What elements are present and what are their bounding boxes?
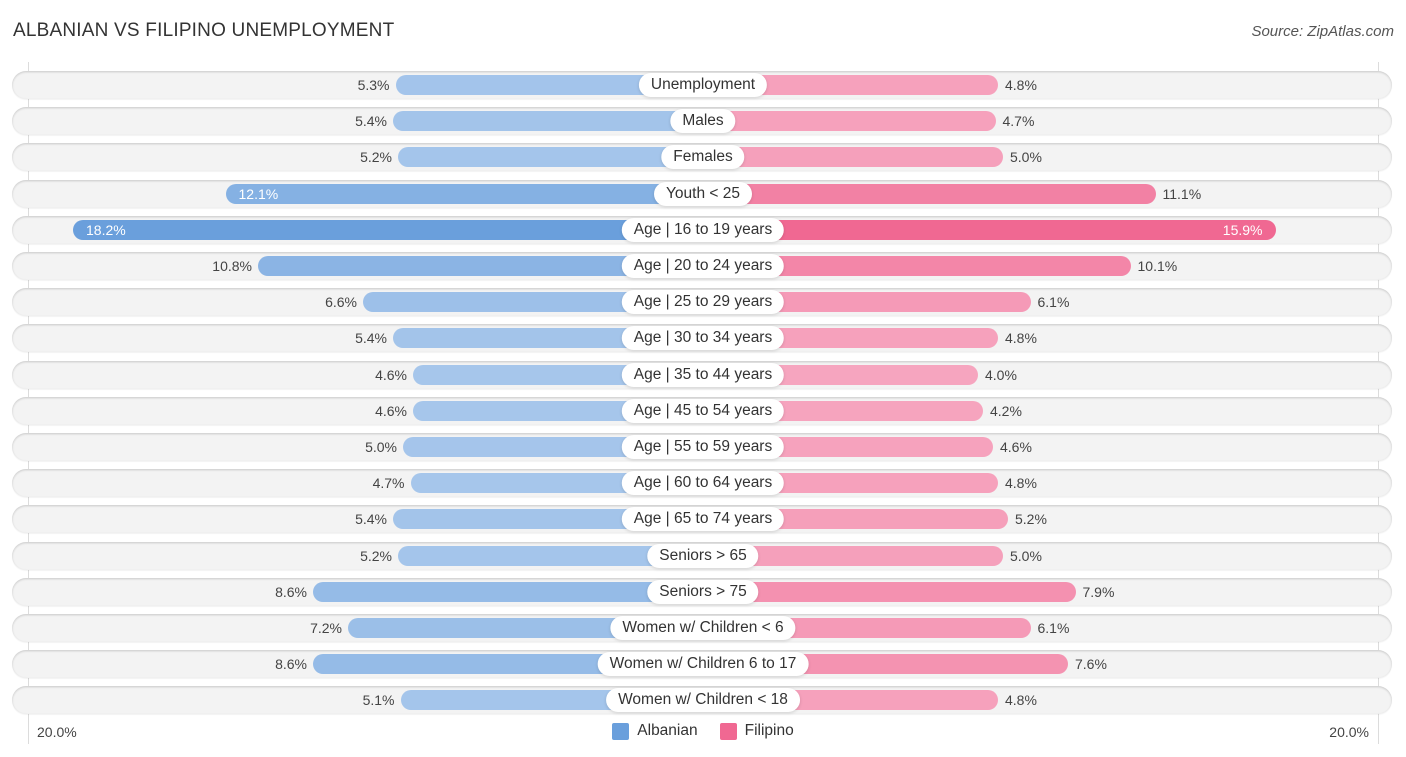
value-label-filipino: 5.2% bbox=[1015, 511, 1047, 528]
value-label-albanian: 5.0% bbox=[365, 439, 397, 455]
bar-albanian[interactable] bbox=[398, 147, 703, 168]
value-label-filipino: 5.0% bbox=[1010, 547, 1042, 564]
value-label-filipino: 6.1% bbox=[1037, 620, 1070, 636]
value-label-filipino: 10.1% bbox=[1137, 258, 1178, 274]
value-label-albanian: 5.2% bbox=[360, 149, 392, 166]
category-label: Age | 20 to 24 years bbox=[621, 254, 785, 278]
category-label: Age | 65 to 74 years bbox=[621, 507, 785, 532]
value-label-albanian: 18.2% bbox=[86, 221, 126, 238]
value-label-filipino: 15.9% bbox=[1222, 221, 1263, 238]
legend-label-filipino: Filipino bbox=[744, 722, 794, 739]
value-label-albanian: 5.4% bbox=[355, 511, 387, 528]
category-label: Age | 60 to 64 years bbox=[621, 471, 785, 496]
value-label-filipino: 5.0% bbox=[1010, 149, 1042, 166]
value-label-albanian: 7.2% bbox=[310, 620, 342, 636]
bar-albanian[interactable] bbox=[393, 111, 703, 132]
value-label-filipino: 6.1% bbox=[1037, 294, 1070, 311]
bar-filipino[interactable] bbox=[703, 581, 1076, 602]
value-label-filipino: 4.7% bbox=[1002, 113, 1035, 130]
value-label-albanian: 5.1% bbox=[362, 692, 395, 709]
value-label-albanian: 5.2% bbox=[360, 547, 392, 564]
value-label-albanian: 5.4% bbox=[355, 113, 387, 130]
value-label-albanian: 4.6% bbox=[375, 402, 407, 419]
value-label-albanian: 5.3% bbox=[357, 77, 390, 93]
bar-filipino[interactable] bbox=[703, 183, 1156, 204]
bar-filipino[interactable] bbox=[703, 147, 1003, 168]
legend-swatch-filipino bbox=[719, 722, 737, 740]
category-label: Age | 25 to 29 years bbox=[621, 290, 785, 315]
legend-item-albanian[interactable]: Albanian bbox=[612, 722, 698, 740]
value-label-albanian: 5.4% bbox=[355, 330, 387, 347]
legend-label-albanian: Albanian bbox=[637, 722, 698, 739]
value-label-filipino: 4.2% bbox=[990, 402, 1022, 419]
legend-item-filipino[interactable]: Filipino bbox=[719, 722, 794, 740]
category-label: Seniors > 65 bbox=[647, 543, 759, 568]
value-label-albanian: 8.6% bbox=[275, 583, 307, 600]
category-label: Age | 45 to 54 years bbox=[621, 398, 785, 423]
value-label-filipino: 7.6% bbox=[1075, 656, 1107, 673]
category-label: Females bbox=[661, 145, 745, 170]
value-label-albanian: 4.6% bbox=[375, 366, 407, 383]
category-label: Unemployment bbox=[638, 73, 768, 97]
bar-albanian[interactable] bbox=[313, 581, 703, 602]
bar-albanian[interactable] bbox=[225, 183, 703, 204]
value-label-filipino: 4.8% bbox=[1005, 77, 1037, 93]
category-label: Age | 35 to 44 years bbox=[621, 362, 785, 387]
value-label-filipino: 4.8% bbox=[1005, 330, 1037, 347]
value-label-filipino: 4.8% bbox=[1005, 692, 1037, 709]
value-label-albanian: 8.6% bbox=[275, 656, 307, 673]
category-label: Age | 30 to 34 years bbox=[621, 326, 785, 351]
value-label-filipino: 11.1% bbox=[1162, 185, 1202, 202]
legend-swatch-albanian bbox=[612, 722, 630, 740]
value-label-albanian: 10.8% bbox=[212, 258, 252, 274]
category-label: Age | 55 to 59 years bbox=[621, 435, 785, 459]
legend: Albanian Filipino bbox=[0, 722, 1406, 740]
value-label-filipino: 4.6% bbox=[1000, 439, 1032, 455]
value-label-filipino: 4.0% bbox=[985, 366, 1017, 383]
chart-area: 5.3% 4.8% Unemployment 5.4% 4.7% Males 5.2% 5.0… bbox=[0, 0, 1406, 757]
category-label: Women w/ Children < 6 bbox=[610, 616, 796, 640]
category-label: Women w/ Children < 18 bbox=[606, 688, 800, 713]
bar-filipino[interactable] bbox=[703, 219, 1276, 240]
value-label-filipino: 4.8% bbox=[1005, 475, 1037, 492]
category-label: Youth < 25 bbox=[654, 181, 752, 206]
category-label: Women w/ Children 6 to 17 bbox=[597, 652, 809, 677]
bar-filipino[interactable] bbox=[703, 111, 996, 132]
category-label: Seniors > 75 bbox=[647, 579, 759, 604]
bar-albanian[interactable] bbox=[73, 219, 703, 240]
value-label-albanian: 12.1% bbox=[238, 185, 279, 202]
value-label-albanian: 6.6% bbox=[325, 294, 357, 311]
value-label-filipino: 7.9% bbox=[1082, 583, 1115, 600]
category-label: Males bbox=[670, 109, 736, 134]
value-label-albanian: 4.7% bbox=[372, 475, 405, 492]
category-label: Age | 16 to 19 years bbox=[621, 217, 785, 242]
